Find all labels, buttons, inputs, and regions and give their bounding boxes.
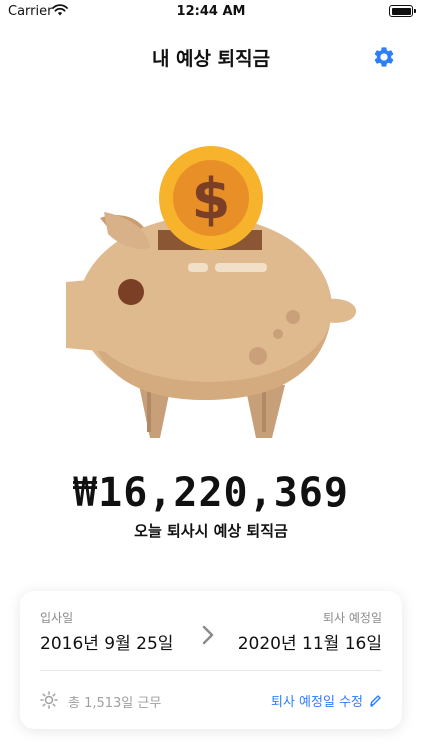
page-title: 내 예상 퇴직금 — [151, 48, 271, 70]
employment-card: 입사일 2016년 9월 25일 퇴사 예정일 2020년 11월 16일 총 … — [20, 591, 402, 729]
piggy-bank-coin-icon: $ — [66, 146, 357, 438]
sun-icon — [40, 691, 58, 709]
card-divider — [40, 670, 382, 671]
end-date-value: 2020년 11월 16일 — [237, 634, 382, 654]
battery-icon — [389, 5, 416, 17]
status-bar: Carrier 12:44 AM — [0, 0, 422, 24]
gear-icon[interactable] — [372, 45, 396, 69]
end-date-label: 퇴사 예정일 — [322, 611, 382, 625]
amount-caption: 오늘 퇴사시 예상 퇴직금 — [134, 522, 288, 540]
chevron-right-icon — [202, 625, 214, 645]
svg-text:$: $ — [192, 167, 231, 232]
worked-days-text: 총 1,513일 근무 — [68, 696, 162, 711]
status-time: 12:44 AM — [176, 4, 246, 19]
severance-amount: ₩16,220,369 — [73, 470, 349, 516]
pencil-icon — [370, 695, 381, 707]
edit-end-date-label: 퇴사 예정일 수정 — [271, 695, 363, 710]
start-date-label: 입사일 — [40, 611, 74, 625]
start-date-value: 2016년 9월 25일 — [40, 634, 174, 654]
edit-end-date-button[interactable]: 퇴사 예정일 수정 — [271, 691, 382, 710]
